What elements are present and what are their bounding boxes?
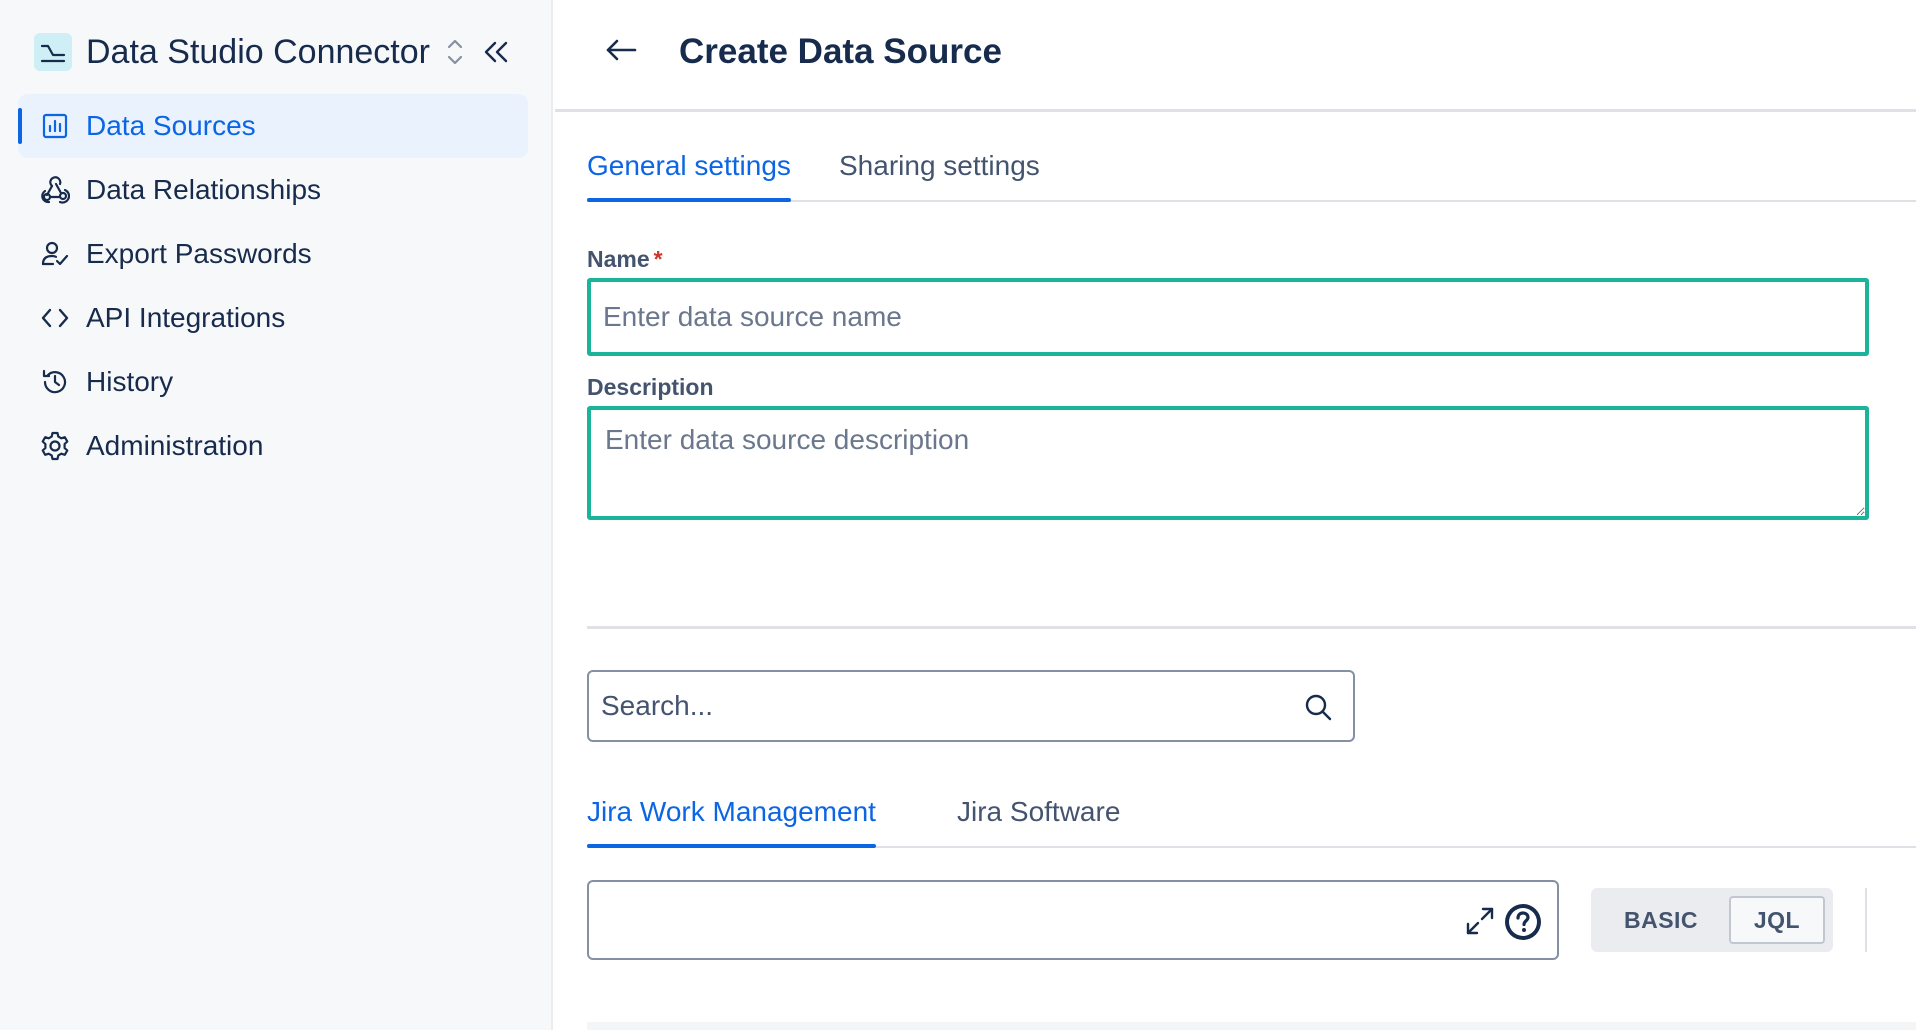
app-switcher-icon[interactable]	[440, 30, 470, 74]
vertical-divider	[1865, 888, 1867, 952]
search-input[interactable]	[601, 672, 1281, 740]
sidebar-item-export-passwords[interactable]: Export Passwords	[18, 222, 528, 286]
back-button[interactable]	[599, 30, 643, 74]
page-title: Create Data Source	[679, 32, 1002, 71]
app-logo-icon	[34, 33, 72, 71]
arrow-left-icon	[604, 37, 638, 68]
sidebar-item-label: Export Passwords	[86, 238, 312, 269]
search-box	[587, 670, 1355, 742]
tab-sharing-settings[interactable]: Sharing settings	[839, 150, 1040, 200]
expand-icon[interactable]	[1463, 904, 1497, 938]
sidebar-item-label: Data Sources	[86, 110, 256, 141]
sidebar-item-label: API Integrations	[86, 302, 286, 333]
description-field-label: Description	[587, 374, 714, 400]
results-area-edge	[587, 1022, 1916, 1030]
gear-icon	[38, 429, 72, 463]
tab-general-settings[interactable]: General settings	[587, 150, 791, 202]
section-divider	[587, 626, 1916, 629]
sidebar-item-api-integrations[interactable]: API Integrations	[18, 286, 528, 350]
jql-query-input[interactable]	[587, 880, 1559, 960]
jql-mode-button[interactable]: JQL	[1729, 896, 1825, 944]
required-marker: *	[653, 246, 663, 272]
history-icon	[38, 365, 72, 399]
sidebar-item-data-relationships[interactable]: Data Relationships	[18, 158, 528, 222]
query-mode-toggle: BASIC JQL	[1591, 888, 1833, 952]
sidebar-item-administration[interactable]: Administration	[18, 414, 528, 478]
user-check-icon	[38, 237, 72, 271]
sidebar-nav: Data Sources Data Relationships Export P…	[18, 94, 528, 478]
webhook-icon	[38, 173, 72, 207]
sidebar-item-history[interactable]: History	[18, 350, 528, 414]
bar-chart-icon	[38, 109, 72, 143]
name-field-label: Name *	[587, 246, 663, 273]
app-title: Data Studio Connector	[86, 32, 430, 71]
basic-mode-button[interactable]: BASIC	[1599, 896, 1723, 944]
help-icon[interactable]	[1503, 902, 1543, 942]
sidebar-item-label: Data Relationships	[86, 174, 322, 205]
app-brand[interactable]: Data Studio Connector	[34, 28, 430, 76]
sidebar-item-label: Administration	[86, 430, 264, 461]
name-input[interactable]	[587, 278, 1869, 356]
collapse-sidebar-icon[interactable]	[476, 32, 516, 72]
name-label-text: Name	[587, 246, 650, 272]
code-icon	[38, 301, 72, 335]
description-textarea[interactable]	[587, 406, 1869, 520]
page-header: Create Data Source	[555, 0, 1916, 112]
sidebar-item-label: History	[86, 366, 174, 397]
search-icon[interactable]	[1301, 690, 1335, 724]
tab-jira-software[interactable]: Jira Software	[957, 796, 1120, 846]
settings-tabs: General settings Sharing settings	[587, 150, 1916, 202]
sidebar-item-data-sources[interactable]: Data Sources	[18, 94, 528, 158]
source-tabs: Jira Work Management Jira Software	[587, 796, 1916, 848]
tab-jira-work-management[interactable]: Jira Work Management	[587, 796, 876, 848]
main-content: Create Data Source General settings Shar…	[555, 0, 1916, 1030]
sidebar: Data Studio Connector Data Sources Data …	[0, 0, 553, 1030]
